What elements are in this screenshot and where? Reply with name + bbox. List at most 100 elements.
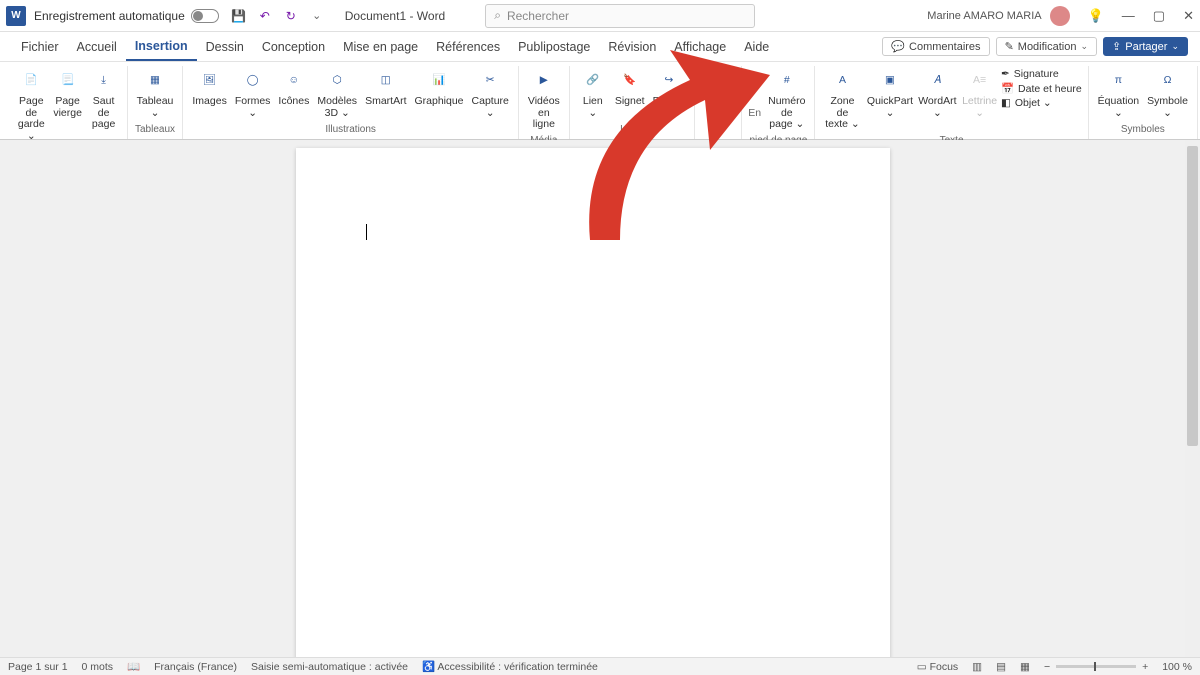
page-de-garde-button[interactable]: 📄Page degarde ⌄: [14, 66, 49, 144]
videos-icon: ▶: [530, 68, 558, 94]
undo-icon[interactable]: ↶: [257, 8, 273, 24]
focus-mode[interactable]: ▭ Focus: [917, 661, 958, 673]
page[interactable]: [296, 148, 890, 657]
maximize-icon[interactable]: ▢: [1153, 8, 1165, 24]
quickpart-button[interactable]: ▣QuickPart⌄: [865, 66, 914, 133]
document-title: Document1 - Word: [345, 9, 445, 23]
equation-icon: π: [1104, 68, 1132, 94]
graphique-button[interactable]: 📊Graphique: [411, 66, 466, 122]
accessibility-status[interactable]: ♿ Accessibilité : vérification terminée: [422, 660, 598, 673]
formes-button[interactable]: ◯Formes⌄: [232, 66, 274, 122]
quick-access-toolbar: 💾 ↶ ↻ ⌄: [231, 8, 325, 24]
signet-button[interactable]: 🔖Signet: [612, 66, 648, 122]
page-vierge-button[interactable]: 📃Pagevierge: [51, 66, 85, 144]
share-button[interactable]: ⇪ Partager ⌄: [1103, 37, 1188, 56]
images-button[interactable]: 🖼Images: [189, 66, 229, 122]
saut-de-page-icon: ⤓: [90, 68, 118, 94]
zoom-in-icon[interactable]: +: [1142, 661, 1148, 673]
tableau-icon: ▦: [141, 68, 169, 94]
search-icon: ⌕: [494, 8, 501, 23]
search-input[interactable]: ⌕ Rechercher: [485, 4, 755, 28]
group-label: Liens: [620, 122, 644, 139]
vertical-scrollbar[interactable]: [1185, 140, 1200, 657]
autocomplete-status[interactable]: Saisie semi-automatique : activée: [251, 661, 408, 673]
search-placeholder: Rechercher: [507, 9, 569, 23]
tab-publipostage[interactable]: Publipostage: [509, 32, 599, 61]
zoom-slider[interactable]: − +: [1044, 661, 1148, 673]
tab-dessin[interactable]: Dessin: [197, 32, 253, 61]
status-bar: Page 1 sur 1 0 mots 📖 Français (France) …: [0, 657, 1200, 675]
group-label: Illustrations: [325, 122, 376, 139]
tab-fichier[interactable]: Fichier: [12, 32, 68, 61]
word-app-icon: W: [6, 6, 26, 26]
videos-button[interactable]: ▶Vidéosen ligne: [525, 66, 563, 133]
date-heure-icon: 📅: [1001, 82, 1014, 95]
zone-texte-icon: A: [828, 68, 856, 94]
tab-affichage[interactable]: Affichage: [665, 32, 735, 61]
user-account[interactable]: Marine AMARO MARIA: [927, 6, 1069, 26]
lettrine-icon: A≡: [966, 68, 994, 94]
tableau-button[interactable]: ▦Tableau⌄: [134, 66, 177, 122]
text-cursor: [366, 224, 367, 240]
tab-révision[interactable]: Révision: [599, 32, 665, 61]
tab-aide[interactable]: Aide: [735, 32, 778, 61]
saut-de-page-button[interactable]: ⤓Saut depage: [87, 66, 121, 144]
smartart-button[interactable]: ◫SmartArt: [362, 66, 409, 122]
help-icon[interactable]: 💡: [1088, 8, 1104, 24]
lettrine-button[interactable]: A≡Lettrine⌄: [960, 66, 999, 133]
redo-icon[interactable]: ↻: [283, 8, 299, 24]
tab-insertion[interactable]: Insertion: [126, 32, 197, 61]
page-vierge-icon: 📃: [54, 68, 82, 94]
lien-icon: 🔗: [579, 68, 607, 94]
icones-button[interactable]: ☺Icônes: [275, 66, 312, 122]
numero-page-icon: #: [773, 68, 801, 94]
print-layout-icon[interactable]: ▤: [996, 661, 1006, 673]
modeles-3d-button[interactable]: ⬡Modèles3D ⌄: [314, 66, 360, 122]
avatar: [1050, 6, 1070, 26]
page-indicator[interactable]: Page 1 sur 1: [8, 661, 68, 673]
tab-conception[interactable]: Conception: [253, 32, 334, 61]
capture-button[interactable]: ✂Capture⌄: [469, 66, 512, 122]
word-count[interactable]: 0 mots: [82, 661, 114, 673]
editing-mode-button[interactable]: ✎ Modification ⌄: [996, 37, 1097, 56]
zoom-level[interactable]: 100 %: [1162, 661, 1192, 673]
title-bar: W Enregistrement automatique 💾 ↶ ↻ ⌄ Doc…: [0, 0, 1200, 32]
close-icon[interactable]: ✕: [1183, 8, 1194, 24]
read-mode-icon[interactable]: ▥: [972, 661, 982, 673]
numero-page-button[interactable]: #Numérode page ⌄: [765, 66, 808, 133]
tab-références[interactable]: Références: [427, 32, 509, 61]
symbole-button[interactable]: ΩSymbole⌄: [1144, 66, 1191, 122]
document-area[interactable]: [0, 140, 1185, 657]
equation-button[interactable]: πÉquation⌄: [1095, 66, 1142, 122]
save-icon[interactable]: 💾: [231, 8, 247, 24]
signature-button[interactable]: ✒Signature: [1001, 68, 1082, 80]
wordart-icon: 𝐴: [923, 68, 951, 94]
wordart-button[interactable]: 𝐴WordArt⌄: [916, 66, 958, 133]
toggle-icon[interactable]: [191, 9, 219, 23]
comments-button[interactable]: 💬 Commentaires: [882, 37, 989, 56]
language[interactable]: Français (France): [154, 661, 237, 673]
qat-dropdown-icon[interactable]: ⌄: [309, 8, 325, 24]
tab-accueil[interactable]: Accueil: [68, 32, 126, 61]
symbole-icon: Ω: [1154, 68, 1182, 94]
tab-mise-en-page[interactable]: Mise en page: [334, 32, 427, 61]
date-heure-button[interactable]: 📅Date et heure: [1001, 82, 1082, 95]
web-layout-icon[interactable]: ▦: [1020, 661, 1030, 673]
autosave-toggle[interactable]: Enregistrement automatique: [34, 9, 219, 23]
images-icon: 🖼: [196, 68, 224, 94]
autosave-label: Enregistrement automatique: [34, 9, 185, 23]
modeles-3d-icon: ⬡: [323, 68, 351, 94]
zoom-out-icon[interactable]: −: [1044, 661, 1050, 673]
group-label: Tableaux: [135, 122, 175, 139]
scrollbar-thumb[interactable]: [1187, 146, 1198, 446]
lien-button[interactable]: 🔗Lien⌄: [576, 66, 610, 122]
commentaire-icon: 💬: [704, 68, 732, 94]
minimize-icon[interactable]: —: [1122, 8, 1135, 24]
zone-texte-button[interactable]: AZone detexte ⌄: [821, 66, 863, 133]
commentaire-button[interactable]: 💬Com: [701, 66, 735, 133]
objet-icon: ◧: [1001, 97, 1011, 109]
renvoi-button[interactable]: ↪Renvoi: [650, 66, 689, 122]
proofing-icon[interactable]: 📖: [127, 660, 140, 673]
ribbon-tabs: FichierAccueilInsertionDessinConceptionM…: [0, 32, 1200, 62]
objet-button[interactable]: ◧Objet ⌄: [1001, 97, 1082, 109]
